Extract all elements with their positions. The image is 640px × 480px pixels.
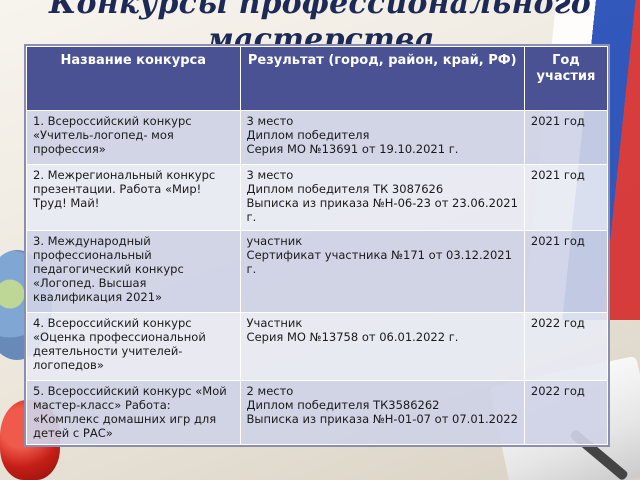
table-row: 1. Всероссийский конкурс «Учитель-логопе… xyxy=(26,110,609,165)
year-cell: 2022 год xyxy=(523,380,609,445)
competition-name-cell: 1. Всероссийский конкурс «Учитель-логопе… xyxy=(26,110,241,165)
competition-name-cell: 5. Всероссийский конкурс «Мой мастер-кла… xyxy=(26,380,241,445)
header-year: Год участия xyxy=(523,46,609,111)
result-cell: 3 место Диплом победителя Серия МО №1369… xyxy=(239,110,525,165)
table-header-row: Название конкурса Результат (город, райо… xyxy=(26,46,609,111)
header-result: Результат (город, район, край, РФ) xyxy=(239,46,525,111)
result-cell: 2 место Диплом победителя ТК3586262 Выпи… xyxy=(239,380,525,445)
competition-name-cell: 4. Всероссийский конкурс «Оценка професс… xyxy=(26,312,241,381)
table-row: 2. Межрегиональный конкурс презентации. … xyxy=(26,164,609,231)
table-row: 5. Всероссийский конкурс «Мой мастер-кла… xyxy=(26,380,609,445)
competitions-table: Название конкурса Результат (город, райо… xyxy=(26,46,609,445)
competition-name-cell: 3. Международный профессиональный педаго… xyxy=(26,230,241,313)
year-cell: 2021 год xyxy=(523,230,609,313)
year-cell: 2021 год xyxy=(523,164,609,231)
table-row: 3. Международный профессиональный педаго… xyxy=(26,230,609,313)
year-cell: 2022 год xyxy=(523,312,609,381)
result-cell: участник Сертификат участника №171 от 03… xyxy=(239,230,525,313)
result-cell: 3 место Диплом победителя ТК 3087626 Вып… xyxy=(239,164,525,231)
result-cell: Участник Серия МО №13758 от 06.01.2022 г… xyxy=(239,312,525,381)
competition-name-cell: 2. Межрегиональный конкурс презентации. … xyxy=(26,164,241,231)
year-cell: 2021 год xyxy=(523,110,609,165)
header-competition-name: Название конкурса xyxy=(26,46,241,111)
table-row: 4. Всероссийский конкурс «Оценка професс… xyxy=(26,312,609,381)
